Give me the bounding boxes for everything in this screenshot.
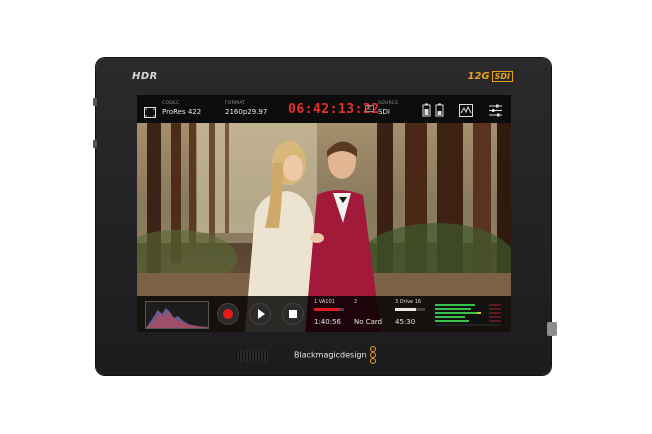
timecode-badge: TC xyxy=(365,105,375,112)
sdi-logo-main: 12G xyxy=(467,71,490,82)
touchscreen[interactable]: CODEC ProRes 422 FORMAT 2160p29.97 06:42… xyxy=(137,95,511,332)
slot2-status: No Card xyxy=(354,318,383,326)
slot3-name[interactable]: 3 Drive 16 xyxy=(395,299,421,305)
brand-rings-icon xyxy=(370,346,377,364)
hdr-logo: HDR xyxy=(132,71,158,82)
source-label: SOURCE xyxy=(378,101,399,106)
side-button-bottom[interactable] xyxy=(93,140,97,148)
slot1-name[interactable]: 1 VA101 xyxy=(314,299,335,305)
scopes-icon[interactable] xyxy=(459,102,473,121)
stop-square-icon xyxy=(289,310,297,318)
codec-value[interactable]: ProRes 422 xyxy=(162,108,201,116)
play-button[interactable] xyxy=(249,303,271,325)
settings-sliders-icon[interactable] xyxy=(489,102,502,121)
sdi-connector xyxy=(547,322,557,336)
record-button[interactable] xyxy=(217,303,239,325)
slot1-time: 1:40:56 xyxy=(314,318,341,326)
slot3-fill-bar xyxy=(395,308,425,311)
format-label: FORMAT xyxy=(225,101,246,106)
slot3-time: 45:30 xyxy=(395,318,416,326)
sdi-logo-box: SDI xyxy=(491,71,513,82)
slot1-fill xyxy=(314,308,340,311)
transport-bottom-bar: 1 VA101 1:40:56 2 No Card 3 Drive 16 45:… xyxy=(137,296,511,332)
slot3-fill xyxy=(395,308,416,311)
12g-sdi-logo: 12G SDI xyxy=(467,71,513,82)
stop-button[interactable] xyxy=(282,303,304,325)
audio-meters[interactable] xyxy=(433,301,505,327)
screen-display-icon[interactable] xyxy=(144,103,156,122)
video-assist-monitor: HDR 12G SDI CODEC ProRes 422 FORMAT 2160… xyxy=(93,58,557,375)
slot1-fill-bar xyxy=(314,308,344,311)
source-value[interactable]: SDI xyxy=(378,108,390,116)
format-value[interactable]: 2160p29.97 xyxy=(225,108,267,116)
play-icon xyxy=(258,309,265,319)
status-top-bar: CODEC ProRes 422 FORMAT 2160p29.97 06:42… xyxy=(137,95,511,123)
brand-name: Blackmagicdesign xyxy=(294,350,367,360)
codec-label: CODEC xyxy=(162,101,180,106)
record-dot-icon xyxy=(223,309,233,319)
brand-logo: Blackmagicdesign xyxy=(294,346,377,364)
battery-icon[interactable] xyxy=(422,102,448,121)
side-button-top[interactable] xyxy=(93,98,97,106)
speaker-grille xyxy=(236,350,268,362)
histogram[interactable] xyxy=(145,301,209,329)
slot2-name[interactable]: 2 xyxy=(354,299,357,305)
